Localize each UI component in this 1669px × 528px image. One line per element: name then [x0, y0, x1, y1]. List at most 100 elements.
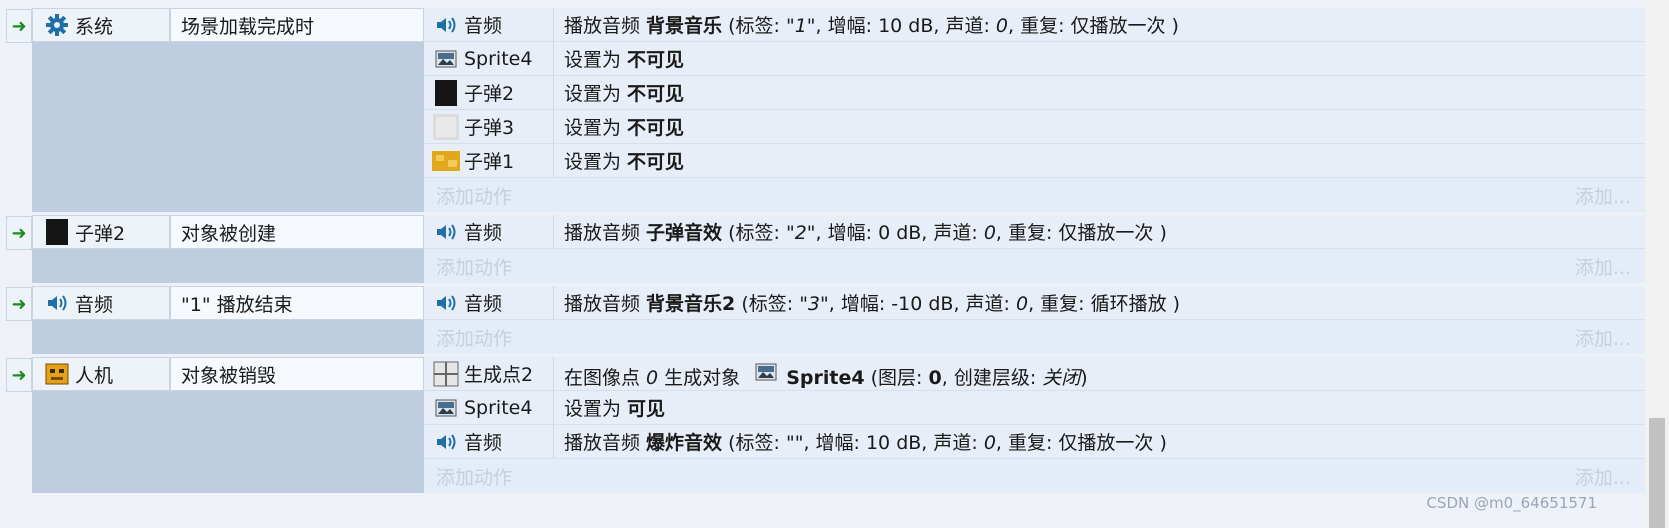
- action-param-italic: "": [785, 432, 804, 454]
- action-description[interactable]: 播放音频 爆炸音效 (标签: "", 增幅: 10 dB, 声道: 0, 重复:…: [554, 428, 1167, 455]
- vertical-scrollbar[interactable]: [1645, 0, 1669, 528]
- add-action-link[interactable]: 添加动作: [436, 253, 512, 280]
- action-row[interactable]: 生成点2 在图像点 0 生成对象 Sprite4 (图层: 0, 创建层级: 关闭…: [424, 357, 1645, 391]
- action-object-name: 音频: [464, 222, 503, 244]
- action-object[interactable]: Sprite4: [424, 391, 554, 424]
- action-row[interactable]: 子弹1 设置为 不可见: [424, 144, 1645, 178]
- event-row[interactable]: ➜ 人机 对象被销毁: [6, 357, 424, 393]
- action-description[interactable]: 播放音频 背景音乐2 (标签: "3", 增幅: -10 dB, 声道: 0, …: [554, 289, 1180, 316]
- add-action-row[interactable]: 添加动作 添加...: [424, 459, 1645, 493]
- action-row[interactable]: 音频 播放音频 背景音乐 (标签: "1", 增幅: 10 dB, 声道: 0, …: [424, 8, 1645, 42]
- event-block[interactable]: ➜ 系统 场景加载完成时 音频 播放音频 背景音乐 (标签: "1", 增幅: 10 d…: [6, 8, 1645, 212]
- add-link[interactable]: 添加...: [1575, 324, 1631, 351]
- action-description[interactable]: 设置为 不可见: [554, 79, 684, 106]
- action-row[interactable]: 子弹3 设置为 不可见: [424, 110, 1645, 144]
- action-object[interactable]: Sprite4: [424, 42, 554, 75]
- action-object-name: Sprite4: [464, 47, 533, 70]
- action-param-italic: "2": [785, 222, 816, 244]
- action-text: , 创建层级:: [941, 366, 1043, 389]
- add-action-link[interactable]: 添加动作: [436, 182, 512, 209]
- black-square-icon: [432, 79, 460, 107]
- event-block[interactable]: ➜ 子弹2 对象被创建 音频 播放音频 子弹音效 (标签: "2", 增幅: 0 dB,…: [6, 215, 1645, 283]
- action-param-bold: 0: [928, 366, 942, 389]
- action-object[interactable]: 音频: [424, 215, 554, 248]
- action-text: 播放音频: [564, 222, 647, 244]
- event-arrow-icon[interactable]: ➜: [6, 358, 32, 392]
- event-condition[interactable]: 对象被销毁: [170, 357, 424, 391]
- event-arrow-icon[interactable]: ➜: [6, 216, 32, 250]
- action-text: 设置为: [564, 49, 628, 71]
- action-row[interactable]: Sprite4 设置为 可见: [424, 391, 1645, 425]
- action-object[interactable]: 子弹3: [424, 110, 554, 143]
- action-row[interactable]: 音频 播放音频 子弹音效 (标签: "2", 增幅: 0 dB, 声道: 0, 重…: [424, 215, 1645, 249]
- action-text: 播放音频: [564, 432, 647, 454]
- event-row[interactable]: ➜ 系统 场景加载完成时: [6, 8, 424, 44]
- event-row[interactable]: ➜ 音频 "1" 播放结束: [6, 286, 424, 322]
- gear-icon: [43, 11, 71, 39]
- action-text: (图层:: [864, 366, 929, 389]
- gold-square-icon: [432, 147, 460, 175]
- action-object[interactable]: 音频: [424, 8, 554, 41]
- action-object[interactable]: 音频: [424, 286, 554, 319]
- event-condition[interactable]: "1" 播放结束: [170, 286, 424, 320]
- action-object[interactable]: 生成点2: [424, 357, 554, 390]
- action-object-name: 音频: [464, 15, 503, 37]
- action-object[interactable]: 子弹2: [424, 76, 554, 109]
- add-action-row[interactable]: 添加动作 添加...: [424, 249, 1645, 283]
- event-arrow-icon[interactable]: ➜: [6, 287, 32, 321]
- action-text: , 增幅: 10 dB, 声道:: [803, 432, 984, 454]
- event-object[interactable]: 音频: [32, 286, 170, 320]
- event-object[interactable]: 人机: [32, 357, 170, 391]
- add-action-row[interactable]: 添加动作 添加...: [424, 178, 1645, 212]
- event-condition[interactable]: 对象被创建: [170, 215, 424, 249]
- action-row[interactable]: 音频 播放音频 背景音乐2 (标签: "3", 增幅: -10 dB, 声道: 0…: [424, 286, 1645, 320]
- add-link[interactable]: 添加...: [1575, 182, 1631, 209]
- action-text: , 重复: 仅播放一次 ): [995, 432, 1167, 454]
- action-text: , 重复: 循环播放 ): [1028, 293, 1181, 315]
- event-condition[interactable]: 场景加载完成时: [170, 8, 424, 42]
- event-arrow-icon[interactable]: ➜: [6, 9, 32, 43]
- action-row[interactable]: 子弹2 设置为 不可见: [424, 76, 1645, 110]
- action-text: (标签:: [722, 15, 786, 37]
- action-param-bold: 爆炸音效: [646, 432, 723, 454]
- action-object-name: 音频: [464, 293, 503, 315]
- action-description[interactable]: 播放音频 子弹音效 (标签: "2", 增幅: 0 dB, 声道: 0, 重复:…: [554, 218, 1167, 245]
- action-object-name: 子弹2: [464, 83, 515, 105]
- event-row[interactable]: ➜ 子弹2 对象被创建: [6, 215, 424, 251]
- action-text: , 增幅: 10 dB, 声道:: [815, 15, 996, 37]
- event-object[interactable]: 系统: [32, 8, 170, 42]
- add-action-link[interactable]: 添加动作: [436, 324, 512, 351]
- action-object[interactable]: 子弹1: [424, 144, 554, 177]
- action-text: 播放音频: [564, 15, 647, 37]
- action-row[interactable]: Sprite4 设置为 不可见: [424, 42, 1645, 76]
- action-param-italic: 关闭: [1042, 366, 1081, 389]
- action-object-name: 子弹1: [464, 151, 515, 173]
- event-object-name: 人机: [75, 364, 114, 387]
- action-description[interactable]: 设置为 不可见: [554, 147, 684, 174]
- action-text: , 重复: 仅播放一次 ): [1008, 15, 1179, 37]
- event-sheet: ➜ 系统 场景加载完成时 音频 播放音频 背景音乐 (标签: "1", 增幅: 10 d…: [0, 0, 1645, 528]
- action-description[interactable]: 设置为 不可见: [554, 113, 684, 140]
- action-object[interactable]: 音频: [424, 425, 554, 458]
- action-param-italic: 0: [983, 222, 996, 244]
- event-block[interactable]: ➜ 音频 "1" 播放结束 音频 播放音频 背景音乐2 (标签: "3", 增幅: -1…: [6, 286, 1645, 354]
- action-row[interactable]: 音频 播放音频 爆炸音效 (标签: "", 增幅: 10 dB, 声道: 0, 重…: [424, 425, 1645, 459]
- add-action-row[interactable]: 添加动作 添加...: [424, 320, 1645, 354]
- action-description[interactable]: 在图像点 0 生成对象 Sprite4 (图层: 0, 创建层级: 关闭): [554, 358, 1088, 390]
- add-link[interactable]: 添加...: [1575, 463, 1631, 490]
- event-block[interactable]: ➜ 人机 对象被销毁 生成点2 在图像点 0 生成对象 Sprite4 (图层: 0, …: [6, 357, 1645, 493]
- action-description[interactable]: 播放音频 背景音乐 (标签: "1", 增幅: 10 dB, 声道: 0, 重复…: [554, 11, 1179, 38]
- action-text: 生成对象: [658, 366, 747, 389]
- add-action-link[interactable]: 添加动作: [436, 463, 512, 490]
- scrollbar-thumb[interactable]: [1649, 418, 1665, 528]
- action-text: (标签:: [722, 432, 786, 454]
- action-description[interactable]: 设置为 不可见: [554, 45, 684, 72]
- action-param-bold: 不可见: [627, 117, 685, 139]
- sprite-icon: [432, 45, 460, 73]
- action-param-bold: 背景音乐: [646, 15, 723, 37]
- add-link[interactable]: 添加...: [1575, 253, 1631, 280]
- action-description[interactable]: 设置为 可见: [554, 394, 665, 421]
- event-object[interactable]: 子弹2: [32, 215, 170, 249]
- action-object-name: 生成点2: [464, 364, 534, 386]
- action-text: , 增幅: -10 dB, 声道:: [828, 293, 1016, 315]
